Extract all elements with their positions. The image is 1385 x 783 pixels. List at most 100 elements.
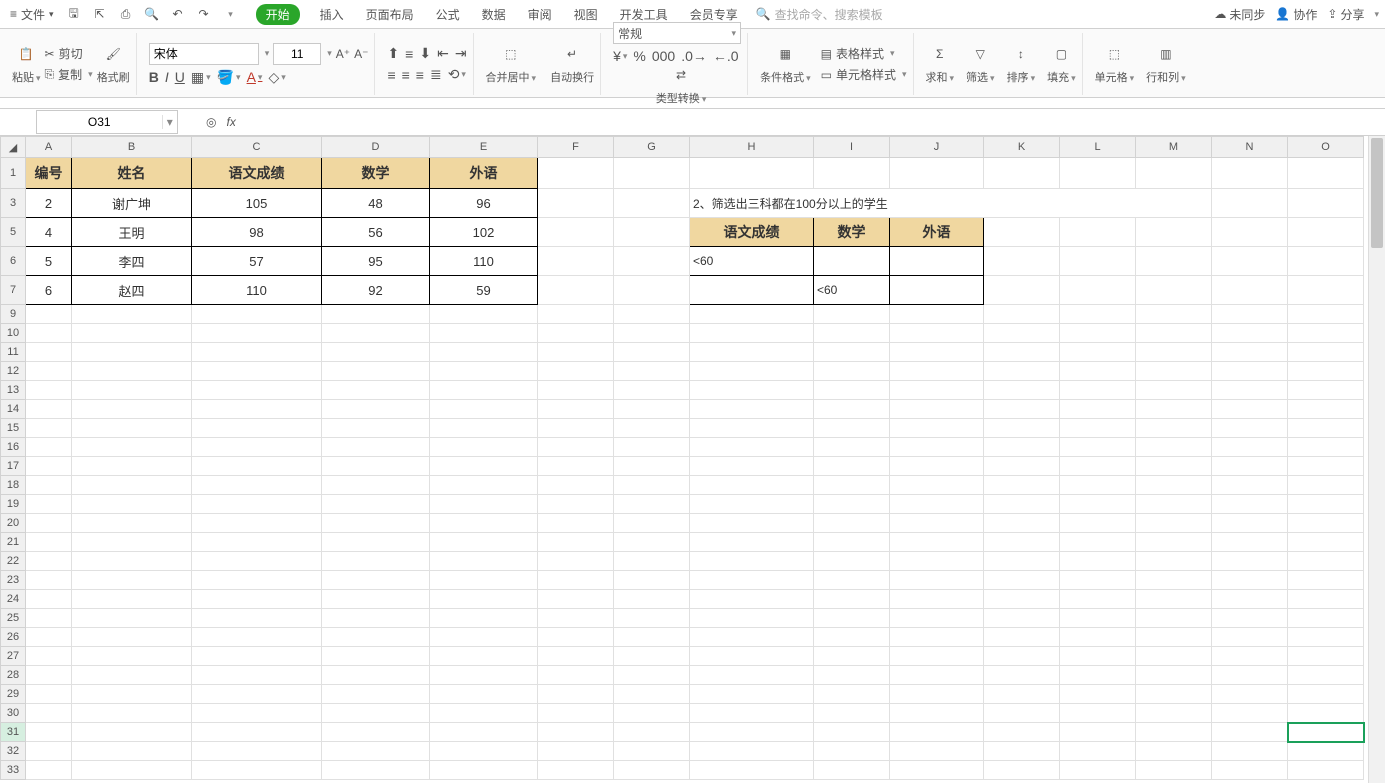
cell-A23[interactable] [26, 571, 72, 590]
cell-O15[interactable] [1288, 419, 1364, 438]
cell-L27[interactable] [1060, 647, 1136, 666]
cell-D22[interactable] [322, 552, 430, 571]
coop-button[interactable]: 👤协作 [1275, 6, 1317, 23]
vertical-scrollbar[interactable] [1368, 136, 1385, 783]
cell-N21[interactable] [1212, 533, 1288, 552]
cell-F22[interactable] [538, 552, 614, 571]
cell-E29[interactable] [430, 685, 538, 704]
cell-L18[interactable] [1060, 476, 1136, 495]
font-color-icon[interactable]: A [247, 69, 263, 85]
cell-B32[interactable] [72, 742, 192, 761]
cell-B15[interactable] [72, 419, 192, 438]
cell-E14[interactable] [430, 400, 538, 419]
cell-O20[interactable] [1288, 514, 1364, 533]
cell-H25[interactable] [690, 609, 814, 628]
menu-tab-1[interactable]: 插入 [318, 4, 346, 25]
cell-O22[interactable] [1288, 552, 1364, 571]
cell-C22[interactable] [192, 552, 322, 571]
cell-D18[interactable] [322, 476, 430, 495]
cell-G23[interactable] [614, 571, 690, 590]
align-top-icon[interactable]: ⬆ [387, 45, 399, 62]
cell-B16[interactable] [72, 438, 192, 457]
cell-I26[interactable] [814, 628, 890, 647]
cell-M12[interactable] [1136, 362, 1212, 381]
cell-G14[interactable] [614, 400, 690, 419]
cell-B5[interactable]: 王明 [72, 218, 192, 247]
cell-K5[interactable] [984, 218, 1060, 247]
format-painter-button[interactable]: 🖌 格式刷 [97, 43, 130, 85]
cell-J31[interactable] [890, 723, 984, 742]
cell-B18[interactable] [72, 476, 192, 495]
cell-O29[interactable] [1288, 685, 1364, 704]
cell-C12[interactable] [192, 362, 322, 381]
cell-L14[interactable] [1060, 400, 1136, 419]
cell-K7[interactable] [984, 276, 1060, 305]
cell-I20[interactable] [814, 514, 890, 533]
cell-K1[interactable] [984, 158, 1060, 189]
row-header-16[interactable]: 16 [1, 438, 26, 457]
menu-caret-icon[interactable]: ▾ [1374, 6, 1379, 23]
cell-F32[interactable] [538, 742, 614, 761]
cell-M19[interactable] [1136, 495, 1212, 514]
cell-N32[interactable] [1212, 742, 1288, 761]
cell-M5[interactable] [1136, 218, 1212, 247]
cell-L9[interactable] [1060, 305, 1136, 324]
comma-icon[interactable]: 000 [652, 48, 675, 64]
merge-button[interactable]: ⬚合并居中 [486, 43, 537, 85]
align-right-icon[interactable]: ≡ [416, 67, 424, 83]
row-header-28[interactable]: 28 [1, 666, 26, 685]
cell-O30[interactable] [1288, 704, 1364, 723]
cell-D28[interactable] [322, 666, 430, 685]
cell-K17[interactable] [984, 457, 1060, 476]
cell-D7[interactable]: 92 [322, 276, 430, 305]
file-menu[interactable]: ≡ 文件 ▾ [6, 6, 58, 23]
menu-tab-4[interactable]: 数据 [480, 4, 508, 25]
cell-D24[interactable] [322, 590, 430, 609]
menu-tab-2[interactable]: 页面布局 [364, 4, 416, 25]
cell-A11[interactable] [26, 343, 72, 362]
cell-C26[interactable] [192, 628, 322, 647]
dec-decimal-icon[interactable]: ←.0 [713, 48, 739, 64]
cell-F23[interactable] [538, 571, 614, 590]
cell-A10[interactable] [26, 324, 72, 343]
cell-M30[interactable] [1136, 704, 1212, 723]
cell-C32[interactable] [192, 742, 322, 761]
row-header-29[interactable]: 29 [1, 685, 26, 704]
cell-O28[interactable] [1288, 666, 1364, 685]
undo-icon[interactable]: ↶ [170, 6, 186, 22]
cell-O18[interactable] [1288, 476, 1364, 495]
cell-H33[interactable] [690, 761, 814, 780]
cell-style-button[interactable]: ▭单元格样式 [821, 66, 907, 83]
cell-K28[interactable] [984, 666, 1060, 685]
cell-L16[interactable] [1060, 438, 1136, 457]
cell-F5[interactable] [538, 218, 614, 247]
cell-G32[interactable] [614, 742, 690, 761]
cell-B21[interactable] [72, 533, 192, 552]
cell-L11[interactable] [1060, 343, 1136, 362]
row-header-10[interactable]: 10 [1, 324, 26, 343]
cell-H27[interactable] [690, 647, 814, 666]
cell-I13[interactable] [814, 381, 890, 400]
cell-H24[interactable] [690, 590, 814, 609]
row-header-22[interactable]: 22 [1, 552, 26, 571]
cell-J21[interactable] [890, 533, 984, 552]
cell-L19[interactable] [1060, 495, 1136, 514]
cell-N10[interactable] [1212, 324, 1288, 343]
cell-O3[interactable] [1288, 189, 1364, 218]
cell-N11[interactable] [1212, 343, 1288, 362]
cell-D19[interactable] [322, 495, 430, 514]
cell-J15[interactable] [890, 419, 984, 438]
cell-C28[interactable] [192, 666, 322, 685]
cell-H6[interactable]: <60 [690, 247, 814, 276]
cell-N17[interactable] [1212, 457, 1288, 476]
cell-A31[interactable] [26, 723, 72, 742]
cell-C1[interactable]: 语文成绩 [192, 158, 322, 189]
formula-input[interactable] [242, 111, 1385, 133]
cell-H21[interactable] [690, 533, 814, 552]
cell-B12[interactable] [72, 362, 192, 381]
row-header-27[interactable]: 27 [1, 647, 26, 666]
cell-C7[interactable]: 110 [192, 276, 322, 305]
cell-F18[interactable] [538, 476, 614, 495]
cell-L26[interactable] [1060, 628, 1136, 647]
unsync-status[interactable]: ☁未同步 [1214, 6, 1265, 23]
